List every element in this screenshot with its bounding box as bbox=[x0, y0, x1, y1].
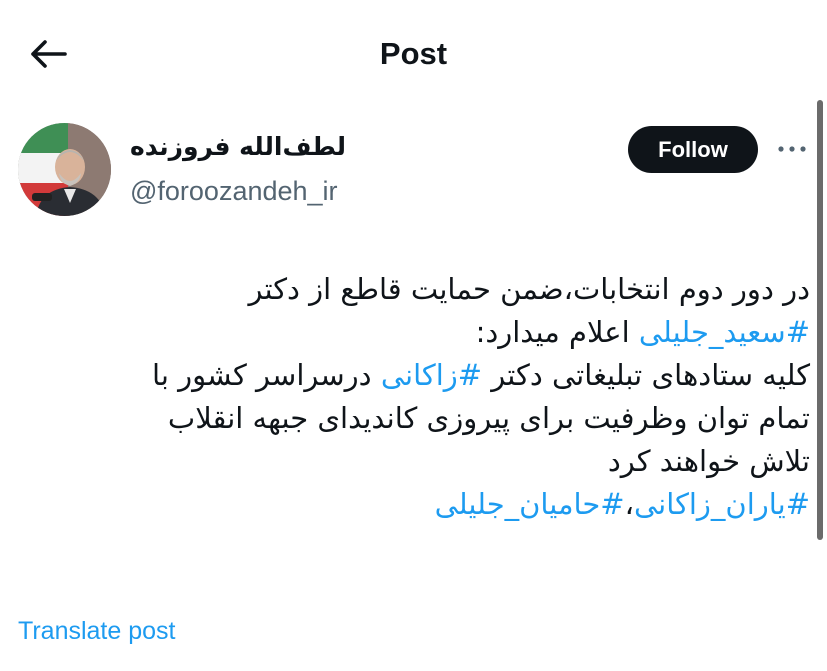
translate-post-link[interactable]: Translate post bbox=[18, 613, 175, 649]
hashtag-link[interactable]: #یاران_زاکانی bbox=[634, 487, 810, 521]
tweet-line: تلاش خواهند کرد bbox=[607, 444, 810, 478]
profile-photo bbox=[18, 123, 111, 216]
tweet-text-fragment: کلیه ستادهای تبلیغاتی دکتر bbox=[482, 358, 810, 392]
tweet-line: در دور دوم انتخابات،ضمن حمایت قاطع از دک… bbox=[248, 272, 810, 306]
tweet-line: #یاران_زاکانی،#حامیان_جلیلی bbox=[60, 483, 810, 526]
tweet-line: #سعید_جلیلی اعلام میدارد: bbox=[60, 311, 810, 354]
hashtag-link[interactable]: #حامیان_جلیلی bbox=[435, 487, 625, 521]
tweet-text: در دور دوم انتخابات،ضمن حمایت قاطع از دک… bbox=[60, 268, 810, 526]
follow-button[interactable]: Follow bbox=[628, 126, 758, 173]
ellipsis-icon bbox=[778, 146, 806, 152]
scrollbar[interactable] bbox=[817, 100, 823, 540]
tweet-text-fragment: درسراسر کشور با bbox=[152, 358, 381, 392]
tweet-text-fragment: اعلام میدارد: bbox=[475, 315, 639, 349]
more-options-button[interactable] bbox=[772, 131, 812, 167]
tweet-line: تمام توان وظرفیت برای پیروزی کاندیدای جب… bbox=[167, 401, 810, 435]
page-title: Post bbox=[379, 36, 448, 71]
hashtag-link[interactable]: #زاکانی bbox=[381, 358, 482, 392]
author-avatar[interactable] bbox=[18, 123, 111, 216]
author-handle[interactable]: @foroozandeh_ir bbox=[130, 173, 338, 209]
tweet-line: کلیه ستادهای تبلیغاتی دکتر #زاکانی درسرا… bbox=[60, 354, 810, 397]
hashtag-link[interactable]: #سعید_جلیلی bbox=[639, 315, 810, 349]
author-display-name[interactable]: لطف‌الله فروزنده bbox=[130, 128, 430, 166]
top-bar: Post bbox=[0, 0, 827, 108]
author-display-name-text: لطف‌الله فروزنده bbox=[130, 132, 346, 161]
tweet-text-fragment: ، bbox=[624, 487, 634, 521]
